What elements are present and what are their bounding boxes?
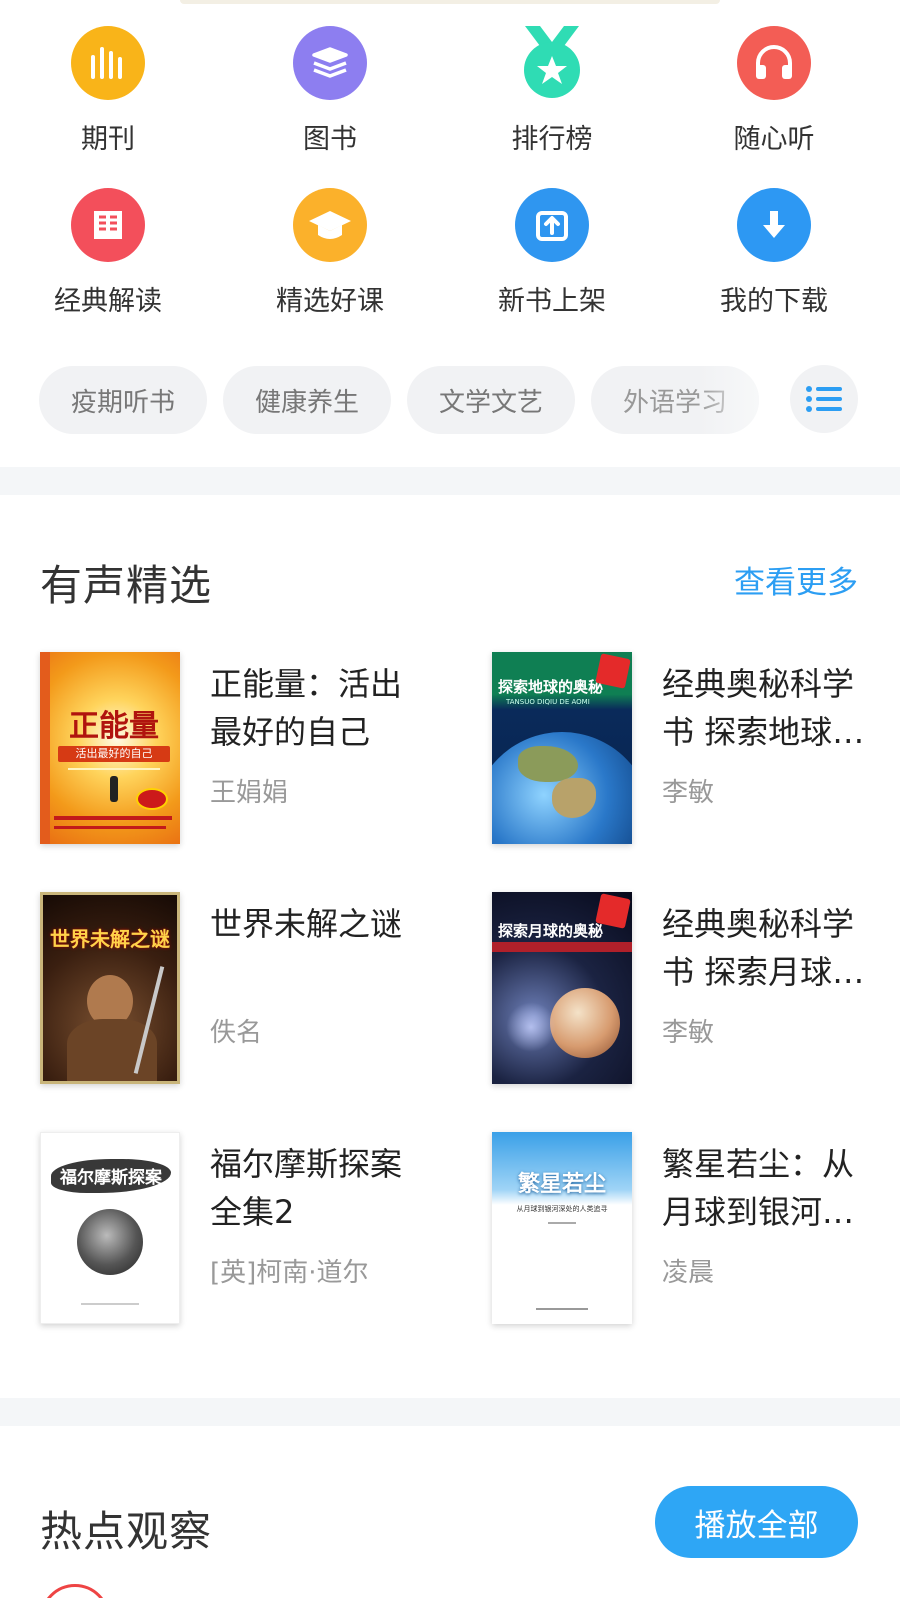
book-author: [英]柯南·道尔: [210, 1258, 369, 1288]
book-author: 佚名: [210, 1018, 263, 1048]
nav-listen[interactable]: 随心听: [661, 26, 887, 156]
nav-books[interactable]: 图书: [217, 26, 443, 156]
play-all-button[interactable]: 播放全部: [655, 1486, 858, 1558]
book-item[interactable]: 探索地球的奥秘 TANSUO DIQIU DE AOMI 经典奥秘科学书 探索地…: [492, 652, 900, 852]
section-divider: [0, 467, 900, 495]
book-item[interactable]: 繁星若尘 从月球到银河深处的人类追寻 繁星若尘：从月球到银河深处的人类追寻 凌晨: [492, 1132, 900, 1332]
category-chip[interactable]: 健康养生: [223, 366, 391, 434]
book-author: 凌晨: [662, 1258, 715, 1288]
nav-label: 图书: [303, 124, 357, 155]
nav-label: 期刊: [81, 124, 135, 155]
category-chip[interactable]: 外语学习: [591, 366, 759, 434]
nav-label: 新书上架: [498, 286, 606, 317]
book-author: 李敏: [662, 778, 715, 808]
section-title-hot: 热点观察: [40, 1507, 213, 1556]
book-cover: 探索月球的奥秘: [492, 892, 632, 1084]
book-cover: 正能量 活出最好的自己: [40, 652, 180, 844]
book-item[interactable]: 世界未解之谜 世界未解之谜 佚名: [40, 892, 470, 1092]
book-title: 世界未解之谜: [210, 905, 403, 943]
book-title: 正能量：活出最好的自己: [210, 665, 403, 751]
nav-classic-reading[interactable]: 经典解读: [0, 188, 221, 318]
book-item[interactable]: 福尔摩斯探案 福尔摩斯探案全集2 [英]柯南·道尔: [40, 1132, 470, 1332]
book-stack-icon: [293, 26, 367, 100]
nav-label: 经典解读: [54, 286, 162, 317]
book-title: 繁星若尘：从月球到银河深处的人类追寻: [662, 1145, 855, 1231]
book-cover: 繁星若尘 从月球到银河深处的人类追寻: [492, 1132, 632, 1324]
nav-label: 精选好课: [276, 286, 384, 317]
nav-my-downloads[interactable]: 我的下载: [661, 188, 887, 318]
book-cover: 世界未解之谜: [40, 892, 180, 1084]
category-chip[interactable]: 文学文艺: [407, 366, 575, 434]
book-item[interactable]: 正能量 活出最好的自己 正能量：活出最好的自己 王娟娟: [40, 652, 470, 852]
nav-selected-courses[interactable]: 精选好课: [217, 188, 443, 318]
category-chip[interactable]: 疫期听书: [39, 366, 207, 434]
nav-label: 我的下载: [720, 286, 828, 317]
section-divider: [0, 1398, 900, 1426]
book-cover: 福尔摩斯探案: [40, 1132, 180, 1324]
book-author: 王娟娟: [210, 778, 289, 808]
nav-label: 随心听: [733, 124, 815, 155]
graduation-cap-icon: [293, 188, 367, 262]
list-icon: [806, 386, 842, 412]
nav-ranking[interactable]: 排行榜: [439, 26, 665, 156]
list-item-thumbnail[interactable]: [40, 1584, 110, 1598]
open-book-icon: [71, 188, 145, 262]
download-icon: [737, 188, 811, 262]
headphones-icon: [737, 26, 811, 100]
medal-icon: [515, 26, 589, 100]
book-title: 经典奥秘科学书 探索月球的奥秘: [662, 905, 865, 991]
book-cover: 探索地球的奥秘 TANSUO DIQIU DE AOMI: [492, 652, 632, 844]
category-menu-button[interactable]: [790, 365, 858, 433]
nav-new-books[interactable]: 新书上架: [439, 188, 665, 318]
book-title: 福尔摩斯探案全集2: [210, 1145, 403, 1231]
top-banner-edge: [180, 0, 720, 4]
nav-periodicals[interactable]: 期刊: [0, 26, 221, 156]
upload-box-icon: [515, 188, 589, 262]
book-title: 经典奥秘科学书 探索地球的奥秘: [662, 665, 865, 751]
section-title-audio: 有声精选: [40, 561, 213, 610]
see-more-link[interactable]: 查看更多: [734, 557, 858, 602]
bars-icon: [71, 26, 145, 100]
nav-label: 排行榜: [511, 124, 593, 155]
book-author: 李敏: [662, 1018, 715, 1048]
book-item[interactable]: 探索月球的奥秘 经典奥秘科学书 探索月球的奥秘 李敏: [492, 892, 900, 1092]
